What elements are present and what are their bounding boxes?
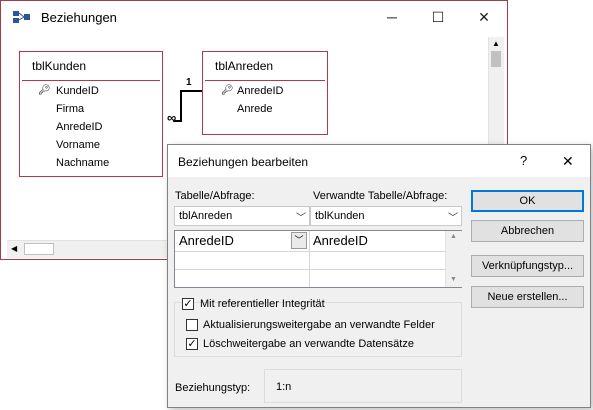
grid-scrollbar[interactable]: ▲ ▼ xyxy=(445,231,462,287)
close-button[interactable]: ✕ xyxy=(461,1,507,33)
key-icon: 🔑︎ xyxy=(221,85,234,96)
grid-cell-left[interactable]: AnredeID ﹀ xyxy=(176,232,308,251)
dialog-title: Beziehungen bearbeiten xyxy=(178,155,309,169)
related-table-select[interactable]: tblKunden ﹀ xyxy=(310,206,462,226)
ok-button[interactable]: OK xyxy=(471,190,584,212)
field-item[interactable]: AnredeID xyxy=(56,121,102,133)
window-title: Beziehungen xyxy=(41,10,117,25)
dialog-titlebar[interactable]: Beziehungen bearbeiten ? ✕ xyxy=(168,145,590,177)
table-select-value: tblAnreden xyxy=(179,210,233,222)
scroll-down-icon[interactable]: ▼ xyxy=(450,276,457,283)
join-type-button[interactable]: Verknüpfungstyp... xyxy=(471,255,584,277)
table-divider xyxy=(205,80,325,81)
cancel-button-label: Abbrechen xyxy=(500,225,555,237)
field-item[interactable]: Nachname xyxy=(56,157,109,169)
maximize-icon: ☐ xyxy=(431,8,445,25)
relationship-type-value: 1:n xyxy=(276,381,292,393)
cascade-update-label[interactable]: Aktualisierungsweitergabe an verwandte F… xyxy=(203,319,435,331)
chevron-down-icon[interactable]: ﹀ xyxy=(296,209,306,224)
table-label: Tabelle/Abfrage: xyxy=(175,190,255,202)
help-icon[interactable]: ? xyxy=(520,153,527,168)
close-icon: ✕ xyxy=(478,8,490,25)
relation-many-label: ∞ xyxy=(167,110,177,125)
dialog-close-icon[interactable]: ✕ xyxy=(562,153,574,170)
relationship-type-box: 1:n xyxy=(264,369,462,403)
referential-integrity-checkbox[interactable]: ✓ xyxy=(182,298,194,310)
related-table-select-value: tblKunden xyxy=(315,210,365,222)
minimize-button[interactable]: ─ xyxy=(369,1,415,33)
table-select[interactable]: tblAnreden ﹀ xyxy=(174,206,310,226)
referential-integrity-label[interactable]: Mit referentieller Integrität xyxy=(200,298,325,310)
table-name: tblAnreden xyxy=(215,59,274,73)
maximize-button[interactable]: ☐ xyxy=(415,1,461,33)
grid-cell-value: AnredeID xyxy=(179,233,234,248)
minimize-icon: ─ xyxy=(387,9,397,25)
chevron-down-icon[interactable]: ﹀ xyxy=(291,232,307,249)
edit-relationships-dialog: Beziehungen bearbeiten ? ✕ Tabelle/Abfra… xyxy=(167,144,591,408)
grid-column-divider xyxy=(309,231,310,287)
field-item[interactable]: Firma xyxy=(56,103,84,115)
cascade-delete-label[interactable]: Löschweitergabe an verwandte Datensätze xyxy=(203,338,414,350)
chevron-down-icon[interactable]: ﹀ xyxy=(448,209,458,224)
field-item[interactable]: KundeID xyxy=(56,85,99,97)
field-item[interactable]: AnredeID xyxy=(237,85,283,97)
cascade-delete-checkbox[interactable]: ✓ xyxy=(186,338,198,350)
relationships-titlebar[interactable]: Beziehungen ─ ☐ ✕ xyxy=(1,1,507,33)
create-new-button[interactable]: Neue erstellen... xyxy=(471,286,584,308)
grid-row-divider xyxy=(175,269,445,270)
relation-one-label: 1 xyxy=(186,77,192,88)
field-mapping-grid[interactable]: AnredeID ﹀ AnredeID ▲ ▼ xyxy=(174,230,462,288)
ok-button-label: OK xyxy=(519,195,536,207)
scroll-left-icon[interactable]: ◀ xyxy=(11,244,17,253)
table-divider xyxy=(22,80,160,81)
relationships-icon xyxy=(13,11,30,23)
grid-row-divider xyxy=(175,251,445,252)
scroll-thumb[interactable] xyxy=(24,243,54,255)
join-type-button-label: Verknüpfungstyp... xyxy=(481,260,574,272)
scroll-up-icon[interactable]: ▲ xyxy=(492,39,500,48)
key-icon: 🔑︎ xyxy=(38,85,51,96)
cascade-update-checkbox[interactable] xyxy=(186,319,198,331)
table-name: tblKunden xyxy=(32,59,87,73)
scroll-thumb[interactable] xyxy=(491,51,501,67)
table-box-tblKunden[interactable]: tblKunden 🔑︎ KundeID Firma AnredeID Vorn… xyxy=(19,51,163,177)
cancel-button[interactable]: Abbrechen xyxy=(471,220,584,242)
related-table-label: Verwandte Tabelle/Abfrage: xyxy=(313,190,448,202)
field-item[interactable]: Vorname xyxy=(56,139,100,151)
grid-cell-right[interactable]: AnredeID xyxy=(313,233,368,248)
scroll-up-icon[interactable]: ▲ xyxy=(450,233,457,240)
relationship-type-label: Beziehungstyp: xyxy=(175,382,251,394)
create-new-button-label: Neue erstellen... xyxy=(487,291,568,303)
field-item[interactable]: Anrede xyxy=(237,103,272,115)
table-box-tblAnreden[interactable]: tblAnreden 🔑︎ AnredeID Anrede xyxy=(202,51,328,135)
